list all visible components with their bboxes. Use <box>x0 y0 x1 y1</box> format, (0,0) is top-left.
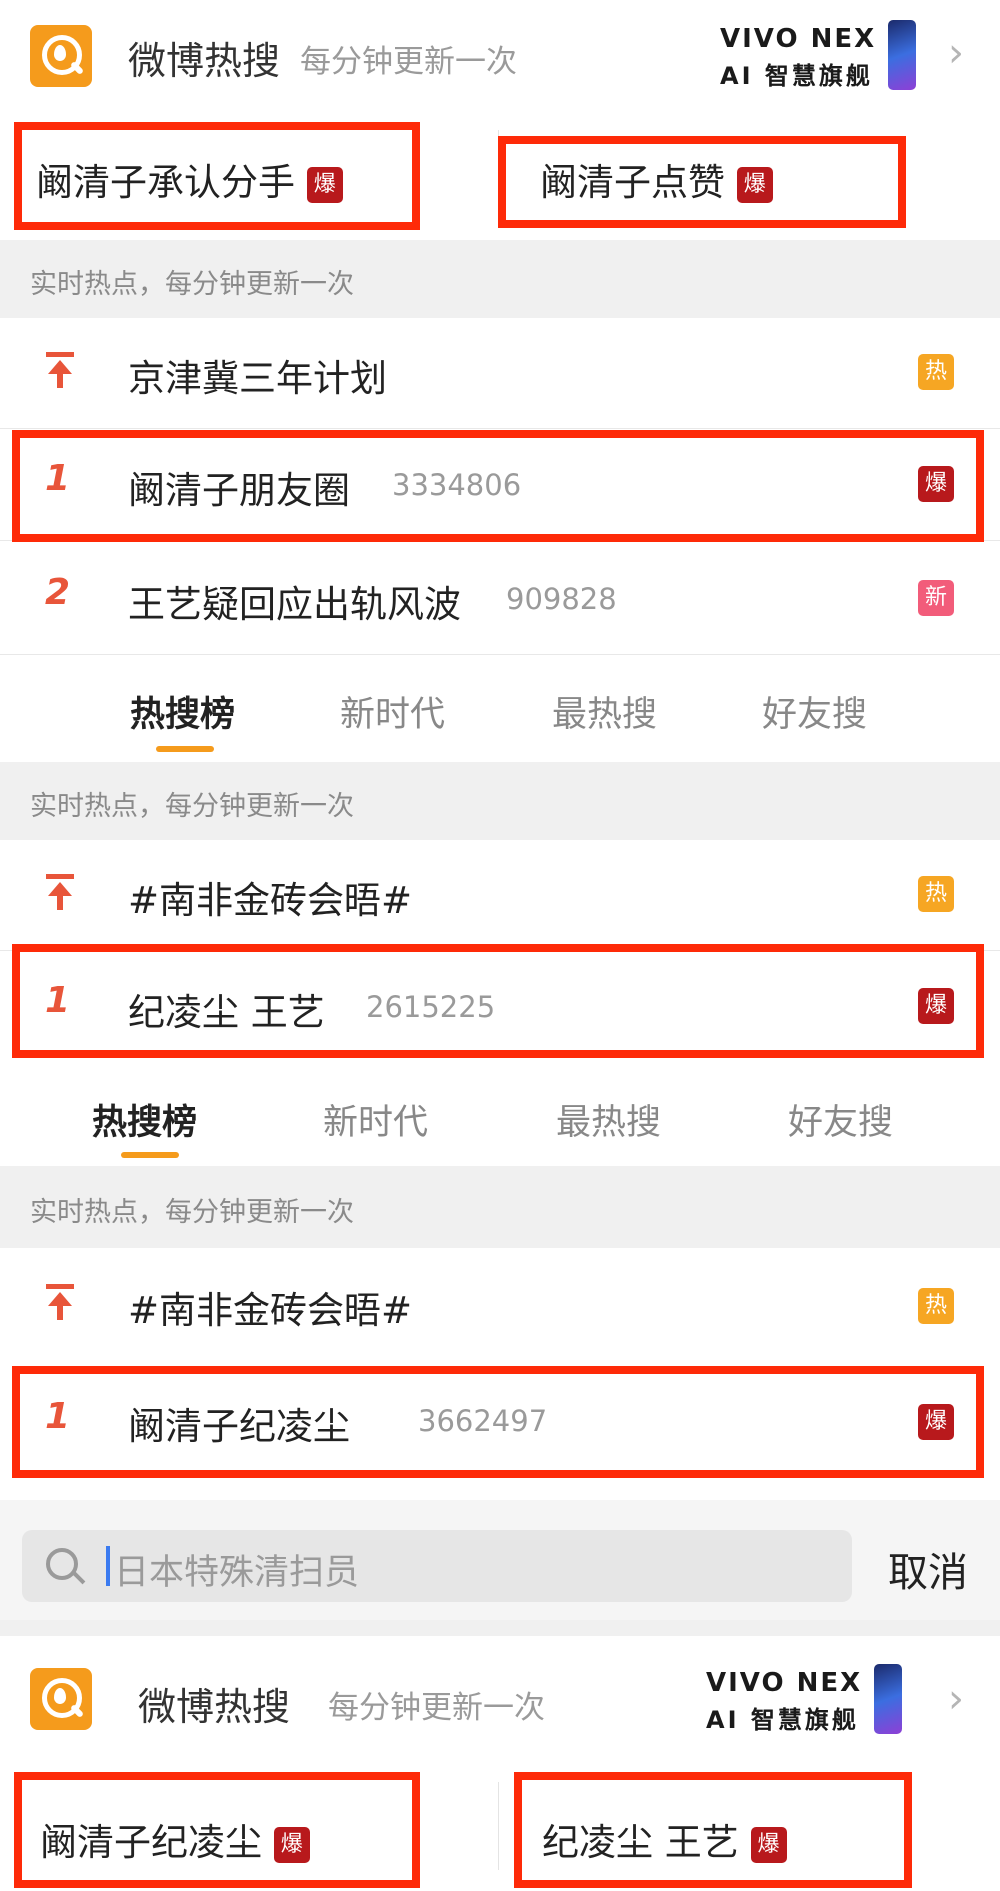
row-count: 3334806 <box>392 468 522 502</box>
tab-hottest[interactable]: 最热搜 <box>552 686 657 737</box>
section-header: 实时热点，每分钟更新一次 <box>0 762 1000 840</box>
hot-search-header[interactable]: 微博热搜 每分钟更新一次 VIVO NEX AI 智慧旗舰 › <box>0 1636 1000 1763</box>
row-title: 纪凌尘 王艺 <box>128 991 325 1034</box>
tab-hot-search[interactable]: 热搜榜 <box>130 686 235 737</box>
section-title: 实时热点，每分钟更新一次 <box>30 269 354 300</box>
hot-badge: 热 <box>918 876 954 912</box>
row-count: 3662497 <box>418 1404 548 1438</box>
weibo-hot-search-logo-icon <box>30 25 92 87</box>
active-tab-indicator <box>156 746 214 752</box>
chevron-right-icon[interactable]: › <box>948 30 964 76</box>
ad-brand: VIVO NEX <box>720 24 877 54</box>
hot-search-row[interactable]: 2 王艺疑回应出轨风波 909828 新 <box>0 544 1000 655</box>
row-rank: 1 <box>45 1396 71 1437</box>
chevron-right-icon[interactable]: › <box>948 1676 964 1722</box>
header-subtitle: 每分钟更新一次 <box>300 44 517 80</box>
hot-search-header[interactable]: 微博热搜 每分钟更新一次 VIVO NEX AI 智慧旗舰 › <box>0 0 1000 111</box>
spacer <box>0 1478 1000 1500</box>
header-subtitle: 每分钟更新一次 <box>328 1690 545 1726</box>
spacer <box>0 1620 1000 1636</box>
hot-topic-text: 阚清子点赞 <box>540 161 725 204</box>
hot-topic-text: 阚清子纪凌尘 <box>40 1821 262 1864</box>
ad-brand: VIVO NEX <box>706 1668 863 1698</box>
search-input[interactable]: 日本特殊清扫员 <box>22 1530 852 1602</box>
weibo-hot-search-logo-icon <box>30 1668 92 1730</box>
boom-badge: 爆 <box>750 1826 787 1863</box>
hot-topic-item[interactable]: 纪凌尘 王艺 爆 <box>542 1812 787 1866</box>
boom-badge: 爆 <box>306 166 343 203</box>
section-header: 实时热点，每分钟更新一次 <box>0 240 1000 318</box>
tab-friends[interactable]: 好友搜 <box>762 686 867 737</box>
section-title: 实时热点，每分钟更新一次 <box>30 1197 354 1228</box>
row-rank: 2 <box>45 572 71 613</box>
hot-badge: 热 <box>918 1288 954 1324</box>
row-rank: 1 <box>45 980 71 1021</box>
hot-topic-pair: 阚清子承认分手 爆 阚清子点赞 爆 <box>0 110 1000 238</box>
tab-hottest[interactable]: 最热搜 <box>556 1094 661 1145</box>
hot-search-row[interactable]: 1 阚清子朋友圈 3334806 爆 <box>0 430 1000 541</box>
cancel-button[interactable]: 取消 <box>888 1540 968 1598</box>
ad-slogan: AI 智慧旗舰 <box>706 1706 859 1734</box>
tab-new-era[interactable]: 新时代 <box>340 686 445 737</box>
boom-badge: 爆 <box>273 1826 310 1863</box>
hot-topic-item[interactable]: 阚清子承认分手 爆 <box>36 152 343 206</box>
section-header: 实时热点，每分钟更新一次 <box>0 1166 1000 1248</box>
divider <box>498 1782 499 1870</box>
hot-badge: 热 <box>918 354 954 390</box>
hot-search-row[interactable]: #南非金砖会晤# 热 <box>0 840 1000 951</box>
vivo-ad-banner[interactable]: VIVO NEX AI 智慧旗舰 <box>720 20 930 90</box>
hot-topic-text: 纪凌尘 王艺 <box>542 1821 739 1864</box>
row-count: 909828 <box>506 582 617 616</box>
row-title: 王艺疑回应出轨风波 <box>128 583 461 626</box>
hot-topic-text: 阚清子承认分手 <box>36 161 295 204</box>
row-title: 阚清子朋友圈 <box>128 469 350 512</box>
header-title: 微博热搜 <box>138 1685 291 1729</box>
section-title: 实时热点，每分钟更新一次 <box>30 791 354 822</box>
search-input-value: 日本特殊清扫员 <box>114 1553 360 1593</box>
tab-bar: 热搜榜 新时代 最热搜 好友搜 <box>0 1064 1000 1167</box>
boom-badge: 爆 <box>736 166 773 203</box>
hot-search-row[interactable]: 1 阚清子纪凌尘 3662497 爆 <box>0 1364 1000 1479</box>
row-rank: 1 <box>45 458 71 499</box>
tab-friends[interactable]: 好友搜 <box>788 1094 893 1145</box>
active-tab-indicator <box>121 1152 179 1158</box>
hot-topic-pair: 阚清子纪凌尘 爆 纪凌尘 王艺 爆 <box>0 1762 1000 1891</box>
header-title: 微博热搜 <box>128 39 281 83</box>
new-badge: 新 <box>918 580 954 616</box>
row-title: 阚清子纪凌尘 <box>128 1405 350 1448</box>
tab-bar: 热搜榜 新时代 最热搜 好友搜 <box>0 656 1000 763</box>
row-title: #南非金砖会晤# <box>128 879 413 922</box>
text-caret <box>106 1546 110 1586</box>
tab-new-era[interactable]: 新时代 <box>323 1094 428 1145</box>
search-bar: 日本特殊清扫员 取消 <box>0 1500 1000 1621</box>
search-icon-handle <box>72 1571 86 1585</box>
row-title: 京津冀三年计划 <box>128 357 387 400</box>
vivo-ad-banner[interactable]: VIVO NEX AI 智慧旗舰 <box>706 1664 916 1734</box>
hot-search-row[interactable]: 京津冀三年计划 热 <box>0 318 1000 429</box>
phone-image-icon <box>874 1664 902 1734</box>
phone-image-icon <box>888 20 916 90</box>
hot-topic-item[interactable]: 阚清子纪凌尘 爆 <box>40 1812 310 1866</box>
row-count: 2615225 <box>366 990 496 1024</box>
pinned-top-icon <box>46 874 74 914</box>
boom-badge: 爆 <box>918 988 954 1024</box>
hot-search-row[interactable]: 1 纪凌尘 王艺 2615225 爆 <box>0 952 1000 1065</box>
row-title: #南非金砖会晤# <box>128 1289 413 1332</box>
screenshot-collage: 微博热搜 每分钟更新一次 VIVO NEX AI 智慧旗舰 › 阚清子承认分手 … <box>0 0 1000 1891</box>
hot-topic-item[interactable]: 阚清子点赞 爆 <box>540 152 773 206</box>
boom-badge: 爆 <box>918 466 954 502</box>
divider <box>498 130 499 218</box>
ad-slogan: AI 智慧旗舰 <box>720 62 873 90</box>
hot-search-row[interactable]: #南非金砖会晤# 热 <box>0 1248 1000 1365</box>
tab-hot-search[interactable]: 热搜榜 <box>92 1094 197 1145</box>
pinned-top-icon <box>46 352 74 392</box>
boom-badge: 爆 <box>918 1404 954 1440</box>
pinned-top-icon <box>46 1284 74 1324</box>
